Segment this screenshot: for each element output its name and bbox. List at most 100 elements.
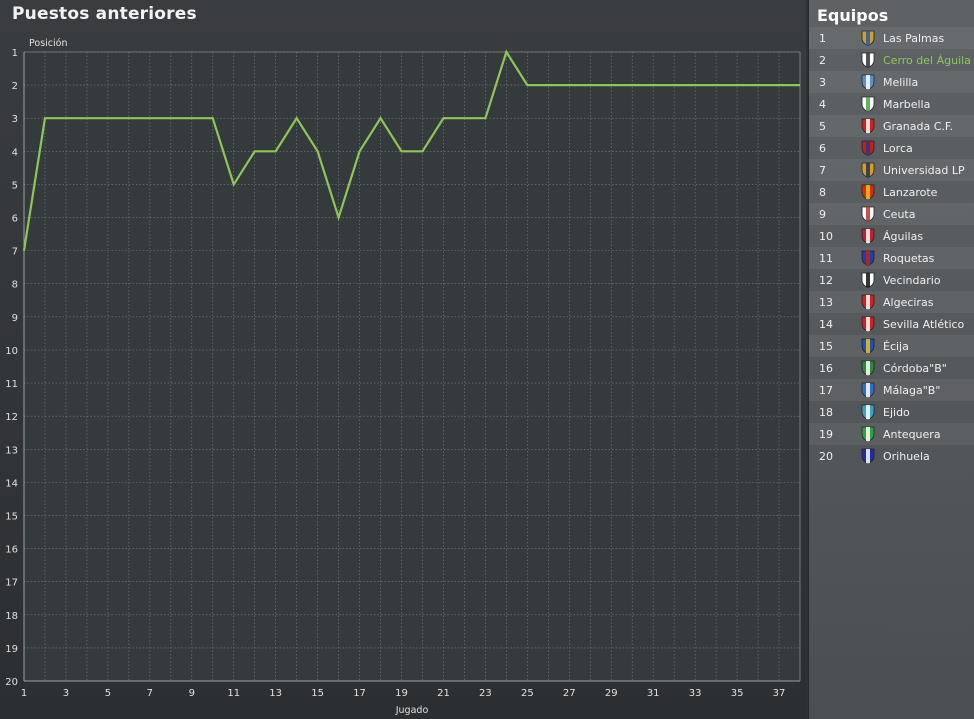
- team-row[interactable]: 11 Roquetas: [809, 247, 974, 269]
- y-tick-label: 10: [5, 346, 18, 357]
- team-row[interactable]: 15 Écija: [809, 335, 974, 357]
- team-name[interactable]: Lorca: [883, 142, 913, 155]
- x-tick-label: 19: [395, 688, 408, 699]
- team-name[interactable]: Écija: [883, 340, 909, 353]
- y-tick-label: 13: [5, 445, 18, 456]
- team-name[interactable]: Cerro del Águila: [883, 54, 971, 67]
- team-name[interactable]: Universidad LP: [883, 164, 965, 177]
- team-position: 7: [819, 163, 826, 177]
- x-tick-label: 33: [689, 688, 702, 699]
- team-name[interactable]: Roquetas: [883, 252, 934, 265]
- team-name[interactable]: Antequera: [883, 428, 941, 441]
- x-tick-label: 7: [147, 688, 153, 699]
- x-tick-label: 29: [605, 688, 618, 699]
- team-row[interactable]: 4 Marbella: [809, 93, 974, 115]
- team-position: 3: [819, 75, 826, 89]
- team-name[interactable]: Ejido: [883, 406, 910, 419]
- team-row[interactable]: 8 Lanzarote: [809, 181, 974, 203]
- team-name[interactable]: Las Palmas: [883, 32, 944, 45]
- team-crest-icon: [861, 96, 875, 112]
- team-name[interactable]: Vecindario: [883, 274, 941, 287]
- x-tick-label: 1: [21, 688, 27, 699]
- team-name[interactable]: Lanzarote: [883, 186, 937, 199]
- team-name[interactable]: Sevilla Atlético: [883, 318, 964, 331]
- team-crest-icon: [861, 74, 875, 90]
- x-tick-label: 13: [269, 688, 282, 699]
- team-position: 11: [819, 251, 833, 265]
- team-crest-icon: [861, 184, 875, 200]
- team-row[interactable]: 12 Vecindario: [809, 269, 974, 291]
- y-tick-label: 1: [12, 48, 18, 59]
- team-position: 16: [819, 361, 833, 375]
- y-tick-label: 19: [5, 644, 18, 655]
- team-name[interactable]: Algeciras: [883, 296, 933, 309]
- team-row[interactable]: 3 Melilla: [809, 71, 974, 93]
- team-name[interactable]: Marbella: [883, 98, 930, 111]
- y-tick-label: 16: [5, 545, 18, 556]
- team-position: 14: [819, 317, 833, 331]
- y-tick-label: 9: [12, 313, 18, 324]
- y-tick-label: 3: [12, 114, 18, 125]
- team-row[interactable]: 14 Sevilla Atlético: [809, 313, 974, 335]
- team-crest-icon: [861, 338, 875, 354]
- team-crest-icon: [861, 52, 875, 68]
- y-tick-label: 18: [5, 611, 18, 622]
- y-tick-label: 6: [12, 214, 18, 225]
- team-position: 2: [819, 53, 826, 67]
- team-row[interactable]: 16 Córdoba"B": [809, 357, 974, 379]
- team-row[interactable]: 7 Universidad LP: [809, 159, 974, 181]
- team-name[interactable]: Orihuela: [883, 450, 930, 463]
- team-name[interactable]: Málaga"B": [883, 384, 940, 397]
- team-position: 5: [819, 119, 826, 133]
- x-tick-label: 31: [647, 688, 660, 699]
- y-tick-label: 14: [5, 478, 18, 489]
- team-name[interactable]: Ceuta: [883, 208, 915, 221]
- team-position: 9: [819, 207, 826, 221]
- team-crest-icon: [861, 404, 875, 420]
- team-crest-icon: [861, 294, 875, 310]
- team-position: 4: [819, 97, 826, 111]
- team-row[interactable]: 9 Ceuta: [809, 203, 974, 225]
- team-row[interactable]: 19 Antequera: [809, 423, 974, 445]
- team-position: 15: [819, 339, 833, 353]
- team-row[interactable]: 2 Cerro del Águila: [809, 49, 974, 71]
- y-tick-label: 8: [12, 280, 18, 291]
- x-axis-label: Jugado: [395, 705, 429, 716]
- team-row[interactable]: 6 Lorca: [809, 137, 974, 159]
- team-position: 1: [819, 31, 826, 45]
- team-position: 20: [819, 449, 833, 463]
- y-tick-label: 5: [12, 180, 18, 191]
- team-name[interactable]: Córdoba"B": [883, 362, 947, 375]
- team-crest-icon: [861, 162, 875, 178]
- x-tick-label: 5: [105, 688, 111, 699]
- team-row[interactable]: 17 Málaga"B": [809, 379, 974, 401]
- team-row[interactable]: 20 Orihuela: [809, 445, 974, 467]
- x-tick-label: 37: [773, 688, 786, 699]
- y-tick-label: 4: [12, 147, 18, 158]
- team-crest-icon: [861, 206, 875, 222]
- x-tick-label: 27: [563, 688, 576, 699]
- history-panel: Puestos anteriores 1 2 3 4 5 6 7 8 9 10 11 12 13 14 15…: [0, 0, 806, 719]
- team-name[interactable]: Granada C.F.: [883, 120, 953, 133]
- x-tick-label: 23: [479, 688, 492, 699]
- team-row[interactable]: 1 Las Palmas: [809, 27, 974, 49]
- y-axis-label: Posición: [29, 38, 68, 49]
- team-name[interactable]: Melilla: [883, 76, 918, 89]
- team-crest-icon: [861, 448, 875, 464]
- team-row[interactable]: 13 Algeciras: [809, 291, 974, 313]
- team-list: 1 Las Palmas 2 Cerro del Águila 3 Melilla 4 Mar…: [809, 27, 974, 467]
- team-position: 8: [819, 185, 826, 199]
- x-tick-label: 9: [189, 688, 195, 699]
- team-row[interactable]: 5 Granada C.F.: [809, 115, 974, 137]
- y-tick-label: 7: [12, 247, 18, 258]
- team-row[interactable]: 10 Águilas: [809, 225, 974, 247]
- team-name[interactable]: Águilas: [883, 230, 923, 243]
- x-tick-label: 21: [437, 688, 450, 699]
- team-crest-icon: [861, 382, 875, 398]
- team-crest-icon: [861, 250, 875, 266]
- x-tick-label: 35: [731, 688, 744, 699]
- sidebar-title: Equipos: [817, 6, 889, 25]
- team-row[interactable]: 18 Ejido: [809, 401, 974, 423]
- plot-area: [24, 52, 800, 681]
- team-crest-icon: [861, 30, 875, 46]
